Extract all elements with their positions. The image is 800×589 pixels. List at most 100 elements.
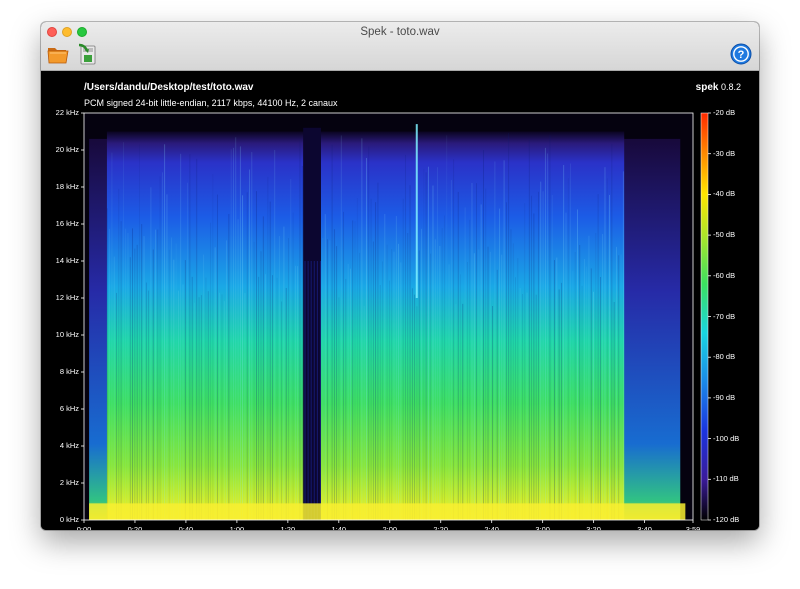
spectrum-texture-line: [118, 188, 120, 520]
spectrum-texture-line: [168, 249, 170, 521]
spectrum-texture-line: [499, 208, 500, 520]
spectrum-texture-line: [288, 238, 289, 520]
spectrum-texture-line: [551, 194, 553, 520]
spectrum-texture-line: [595, 233, 597, 520]
spectrum-texture-line: [157, 229, 159, 520]
frequency-tick-label: 20 kHz: [55, 145, 79, 154]
spectrum-texture-line: [487, 246, 489, 521]
spectrum-texture-line: [223, 301, 225, 520]
spectrum-texture-line: [285, 287, 287, 520]
spectrum-texture-line: [483, 150, 484, 520]
spectrum-texture-line: [501, 254, 503, 521]
spectrum-texture-line: [597, 194, 599, 520]
spectrum-texture-line: [292, 212, 294, 521]
spectrum-texture-line: [217, 194, 218, 520]
spectrum-texture-line: [233, 147, 234, 520]
spectrum-texture-line: [517, 258, 519, 520]
help-question-icon[interactable]: ?: [730, 43, 752, 65]
spectrum-texture-line: [588, 235, 590, 520]
time-tick-label: 1:40: [331, 525, 347, 530]
save-arrow-icon[interactable]: [76, 42, 100, 66]
spectrum-texture-line: [237, 219, 239, 521]
spectrum-texture-line: [255, 191, 257, 520]
spectrum-texture-line: [508, 133, 510, 520]
spectrum-texture-line: [210, 222, 211, 520]
spectrum-texture-line: [182, 284, 184, 520]
frequency-tick-label: 18 kHz: [55, 182, 79, 191]
spectrum-texture-line: [366, 158, 367, 520]
spectrum-texture-line: [301, 166, 303, 520]
spectrum-texture-line: [189, 154, 191, 520]
spectrum-texture-line: [393, 251, 395, 520]
spectrum-texture-line: [496, 269, 498, 520]
spectrum-texture-line: [599, 277, 601, 520]
spectrum-texture-line: [478, 249, 480, 520]
spectrum-texture-line: [354, 221, 356, 520]
spectrum-texture-line: [466, 261, 468, 520]
spectrum-texture-line: [554, 260, 555, 520]
spectrum-texture-line: [613, 301, 615, 520]
spectrum-texture-line: [251, 152, 253, 520]
spectrum-texture-line: [526, 292, 528, 520]
spek-window: Spek - toto.wav ? /Users/dandu/Desktop/t…: [41, 22, 759, 530]
spectrum-energy-region: [106, 131, 625, 520]
spectrum-texture-line: [262, 216, 264, 520]
spectrum-texture-line: [581, 285, 583, 520]
spectrum-texture-line: [616, 246, 617, 520]
db-tick-label: -40 dB: [713, 189, 736, 199]
spectrum-texture-line: [331, 144, 333, 521]
spectrum-texture-line: [363, 305, 365, 520]
spectrum-texture-line: [187, 182, 188, 521]
spectrum-texture-line: [570, 163, 571, 520]
spectrum-texture-line: [446, 135, 448, 521]
spectrum-texture-line: [524, 203, 526, 520]
spectrum-texture-line: [492, 306, 494, 520]
spectrum-texture-line: [437, 167, 438, 520]
spectrum-texture-line: [542, 191, 544, 520]
frequency-tick-label: 8 kHz: [59, 367, 79, 376]
spectrum-texture-line: [333, 229, 335, 520]
spectrum-texture-line: [400, 262, 402, 520]
spectrum-texture-line: [299, 140, 301, 520]
spectrum-texture-line: [425, 172, 427, 520]
time-tick-label: 2:20: [433, 525, 449, 530]
spectrum-texture-line: [485, 188, 487, 520]
spectrum-texture-line: [505, 202, 507, 520]
spectrum-texture-line: [441, 228, 443, 520]
spectrum-texture-line: [609, 194, 610, 520]
spectrum-texture-line: [152, 249, 154, 520]
time-tick-label: 3:20: [586, 525, 601, 530]
spectrum-texture-line: [111, 152, 113, 520]
spectrum-texture-line: [109, 228, 111, 521]
spectrum-texture-line: [535, 294, 537, 520]
spectrum-texture-line: [322, 238, 324, 520]
spectrum-texture-line: [405, 154, 406, 520]
spectrum-texture-line: [464, 207, 466, 520]
spectrum-texture-line: [370, 198, 372, 520]
spectrum-texture-line: [269, 201, 271, 520]
spectrum-texture-line: [171, 237, 172, 521]
spectrum-texture-line: [439, 245, 441, 521]
spectrum-texture-line: [205, 277, 207, 520]
frequency-tick-label: 4 kHz: [59, 441, 79, 450]
spectrum-texture-line: [618, 255, 620, 521]
spectrum-texture-line: [340, 135, 342, 520]
window-title: Spek - toto.wav: [360, 26, 440, 38]
spectrum-texture-line: [347, 263, 349, 520]
folder-open-icon[interactable]: [46, 42, 70, 66]
spectrum-texture-line: [414, 294, 416, 520]
spectrum-texture-line: [228, 213, 230, 521]
spectrum-texture-line: [533, 213, 535, 520]
spectrum-texture-line: [290, 178, 292, 520]
time-tick-label: 0:20: [127, 525, 143, 530]
spectrum-texture-line: [583, 258, 585, 520]
spectrum-texture-line: [207, 291, 209, 520]
time-tick-label: 3:00: [535, 525, 550, 530]
spectrum-texture-line: [184, 260, 186, 520]
spectrum-texture-line: [132, 228, 133, 520]
spectrum-texture-line: [512, 243, 514, 520]
spectrum-texture-line: [125, 228, 127, 521]
spectrum-texture-line: [457, 191, 459, 520]
spectrum-texture-line: [473, 253, 475, 520]
spectrum-texture-line: [503, 160, 505, 520]
